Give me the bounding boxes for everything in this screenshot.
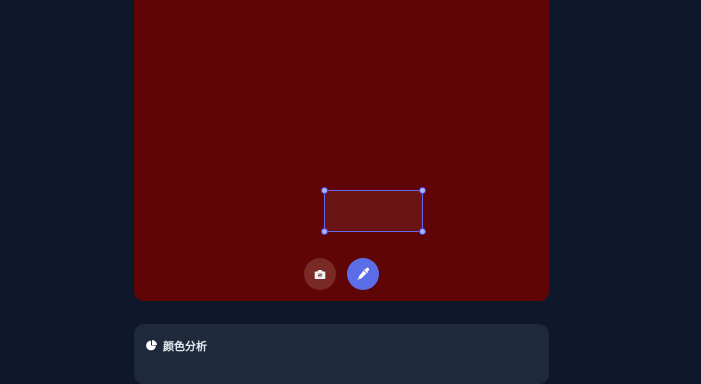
eyedropper-button[interactable] [347,258,379,290]
resize-handle-bottom-right[interactable] [419,228,426,235]
resize-handle-bottom-left[interactable] [321,228,328,235]
switch-camera-button[interactable] [304,258,336,290]
color-analysis-panel: 颜色分析 [134,324,549,384]
camera-rotate-icon [314,265,326,284]
camera-preview[interactable] [134,0,549,301]
color-sample-selection[interactable] [321,187,426,235]
resize-handle-top-left[interactable] [321,187,328,194]
eyedropper-icon [357,265,370,284]
pie-chart-icon [146,336,157,355]
panel-title: 颜色分析 [163,339,207,353]
resize-handle-top-right[interactable] [419,187,426,194]
panel-header: 颜色分析 [146,336,207,355]
